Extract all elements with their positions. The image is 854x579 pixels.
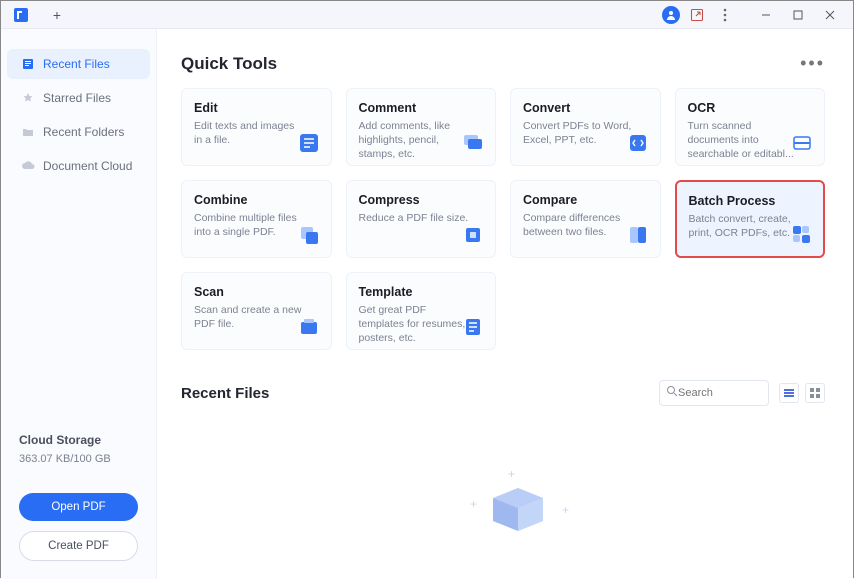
tool-title: Scan [194, 285, 319, 299]
compare-icon [626, 223, 650, 247]
svg-text:+: + [562, 503, 569, 517]
empty-box-icon: + + + [458, 466, 548, 526]
tool-desc: Combine multiple files into a single PDF… [194, 211, 304, 239]
search-box[interactable] [659, 380, 769, 406]
view-grid-button[interactable] [805, 383, 825, 403]
compress-icon [461, 223, 485, 247]
main-content: Quick Tools ••• Edit Edit texts and imag… [157, 29, 853, 579]
maximize-button[interactable] [785, 2, 811, 28]
tool-card-convert[interactable]: Convert Convert PDFs to Word, Excel, PPT… [510, 88, 661, 166]
svg-text:+: + [470, 497, 477, 511]
tool-title: Convert [523, 101, 648, 115]
tool-card-template[interactable]: Template Get great PDF templates for res… [346, 272, 497, 350]
svg-text:+: + [508, 467, 515, 481]
sidebar: Recent Files Starred Files Recent Folder… [1, 29, 157, 579]
tool-desc: Compare differences between two files. [523, 211, 633, 239]
combine-icon [297, 223, 321, 247]
tool-desc: Turn scanned documents into searchable o… [688, 119, 798, 162]
tool-desc: Edit texts and images in a file. [194, 119, 304, 147]
tool-title: Batch Process [689, 194, 812, 208]
tool-card-compress[interactable]: Compress Reduce a PDF file size. [346, 180, 497, 258]
recent-files-title: Recent Files [181, 385, 269, 402]
sidebar-item-label: Starred Files [43, 91, 111, 105]
new-tab-button[interactable]: + [47, 5, 67, 25]
tool-title: Edit [194, 101, 319, 115]
tool-card-combine[interactable]: Combine Combine multiple files into a si… [181, 180, 332, 258]
more-icon[interactable] [714, 4, 736, 26]
share-icon[interactable] [686, 4, 708, 26]
tool-title: OCR [688, 101, 813, 115]
tool-desc: Convert PDFs to Word, Excel, PPT, etc. [523, 119, 633, 147]
titlebar: + [1, 1, 853, 29]
sidebar-item-label: Document Cloud [43, 159, 132, 173]
tool-title: Combine [194, 193, 319, 207]
tool-card-comment[interactable]: Comment Add comments, like highlights, p… [346, 88, 497, 166]
tool-card-edit[interactable]: Edit Edit texts and images in a file. [181, 88, 332, 166]
ocr-icon [790, 131, 814, 155]
tool-card-scan[interactable]: Scan Scan and create a new PDF file. [181, 272, 332, 350]
close-button[interactable] [817, 2, 843, 28]
sidebar-item-label: Recent Files [43, 57, 110, 71]
minimize-button[interactable] [753, 2, 779, 28]
tool-desc: Get great PDF templates for resumes, pos… [359, 303, 469, 346]
sidebar-item-document-cloud[interactable]: Document Cloud [7, 151, 150, 181]
tools-grid: Edit Edit texts and images in a file. Co… [181, 88, 825, 350]
quick-tools-title: Quick Tools [181, 54, 277, 74]
convert-icon [626, 131, 650, 155]
doc-icon [21, 57, 35, 71]
tool-title: Compress [359, 193, 484, 207]
search-input[interactable] [678, 387, 758, 399]
template-icon [461, 315, 485, 339]
open-pdf-button[interactable]: Open PDF [19, 493, 138, 521]
tool-card-ocr[interactable]: OCR Turn scanned documents into searchab… [675, 88, 826, 166]
tool-title: Comment [359, 101, 484, 115]
tool-desc: Scan and create a new PDF file. [194, 303, 304, 331]
star-icon [21, 91, 35, 105]
view-list-button[interactable] [779, 383, 799, 403]
edit-icon [297, 131, 321, 155]
tool-title: Compare [523, 193, 648, 207]
cloud-storage-size: 363.07 KB/100 GB [19, 453, 138, 465]
quick-tools-more-icon[interactable]: ••• [800, 53, 825, 74]
empty-state: + + + [181, 466, 825, 526]
cloud-storage-label: Cloud Storage [19, 433, 138, 447]
sidebar-item-recent-files[interactable]: Recent Files [7, 49, 150, 79]
tool-desc: Batch convert, create, print, OCR PDFs, … [689, 212, 799, 240]
sidebar-item-recent-folders[interactable]: Recent Folders [7, 117, 150, 147]
folder-icon [21, 125, 35, 139]
tool-desc: Add comments, like highlights, pencil, s… [359, 119, 469, 162]
search-icon [666, 384, 678, 402]
cloud-icon [21, 159, 35, 173]
tool-desc: Reduce a PDF file size. [359, 211, 469, 225]
comment-icon [461, 131, 485, 155]
scan-icon [297, 315, 321, 339]
tool-title: Template [359, 285, 484, 299]
tool-card-compare[interactable]: Compare Compare differences between two … [510, 180, 661, 258]
avatar[interactable] [662, 6, 680, 24]
app-logo-icon [11, 5, 31, 25]
tool-card-batch-process[interactable]: Batch Process Batch convert, create, pri… [675, 180, 826, 258]
batch-icon [789, 222, 813, 246]
sidebar-item-label: Recent Folders [43, 125, 124, 139]
create-pdf-button[interactable]: Create PDF [19, 531, 138, 561]
sidebar-item-starred-files[interactable]: Starred Files [7, 83, 150, 113]
